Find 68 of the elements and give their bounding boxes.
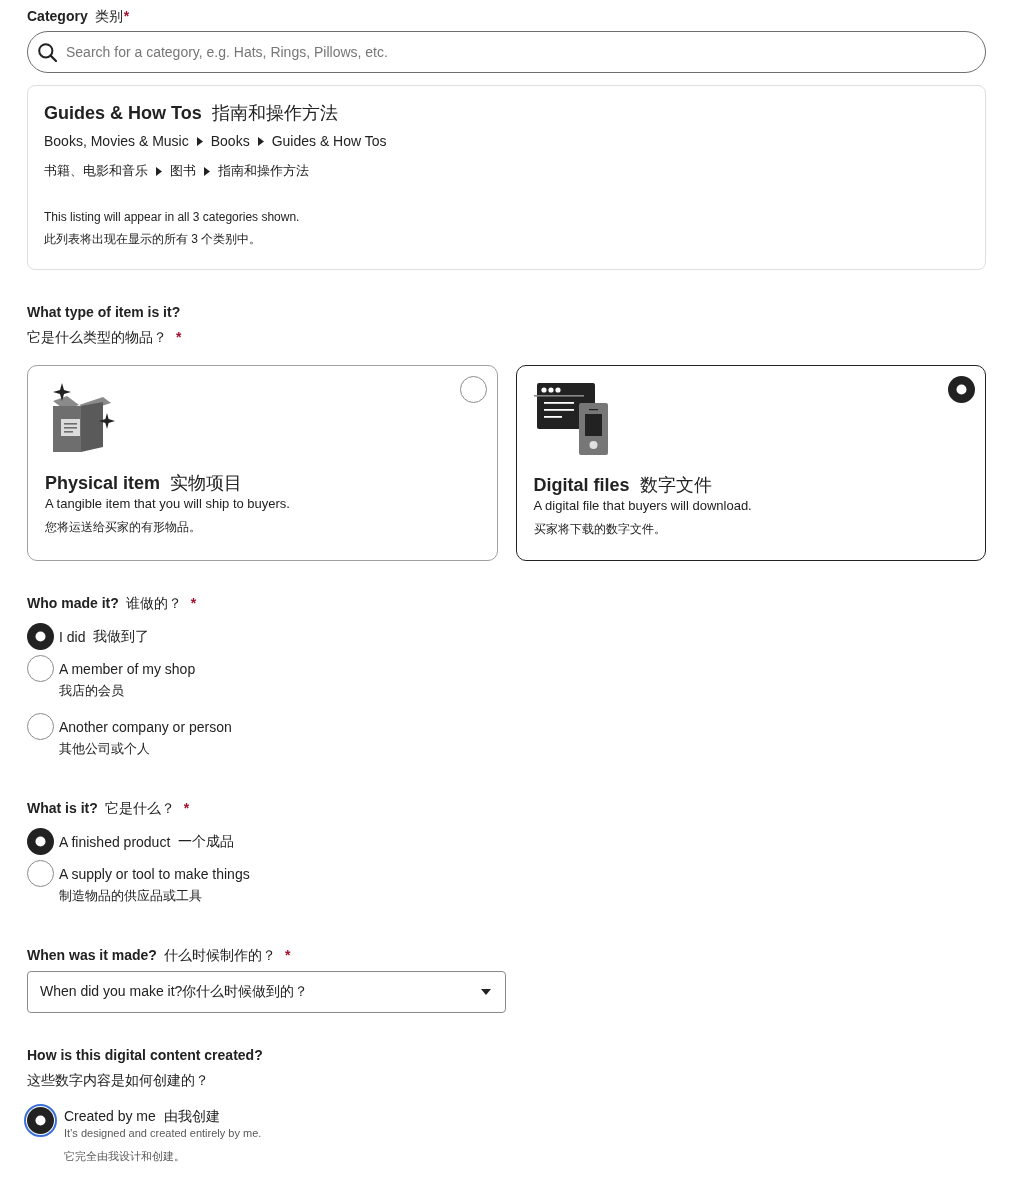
required-mark: * <box>190 594 197 613</box>
option-label: A finished product <box>59 833 171 850</box>
search-icon <box>38 43 57 62</box>
option-label-translation: 由我创建 <box>163 1107 220 1125</box>
option-label: Created by me <box>64 1107 156 1125</box>
question-label: What type of item is it? <box>27 303 181 322</box>
question-label: When was it made? <box>27 946 157 965</box>
breadcrumb-item: Books, Movies & Music <box>44 132 189 151</box>
breadcrumb-item: 指南和操作方法 <box>218 162 309 180</box>
option-label-translation: 一个成品 <box>178 832 235 851</box>
item-type-title: Physical item <box>45 472 161 495</box>
option-label-translation: 我做到了 <box>93 627 150 646</box>
field-label-translation: 类别 <box>94 7 123 26</box>
question-label: How is this digital content created? <box>27 1046 263 1065</box>
radio-button[interactable] <box>459 376 487 403</box>
option-label-translation: 其他公司或个人 <box>59 740 151 758</box>
category-title-translation: 指南和操作方法 <box>211 102 338 125</box>
item-type-description: A digital file that buyers will download. <box>533 497 753 515</box>
required-mark: * <box>284 946 291 965</box>
category-note-translation: 此列表将出现在显示的所有 3 个类别中。 <box>44 231 263 248</box>
caret-right-icon <box>257 136 264 146</box>
caret-down-icon <box>481 989 491 995</box>
radio-button[interactable] <box>948 376 975 403</box>
option-label: I did <box>59 628 86 645</box>
question-label-translation: 谁做的？ <box>125 594 182 613</box>
breadcrumb-item: Books <box>210 132 250 151</box>
required-mark: * <box>176 328 182 347</box>
breadcrumb-item: Guides & How Tos <box>271 132 387 151</box>
field-label: Category <box>27 7 88 26</box>
question-label-translation: 什么时候制作的？ <box>163 946 276 965</box>
item-type-title: Digital files <box>533 474 630 497</box>
item-type-title-translation: 数字文件 <box>639 474 712 497</box>
option-label: A member of my shop <box>59 660 196 677</box>
question-label-translation: 这些数字内容是如何创建的？ <box>27 1071 209 1090</box>
radio-button[interactable] <box>27 860 54 887</box>
radio-button[interactable] <box>27 655 54 682</box>
caret-right-icon <box>204 166 210 176</box>
breadcrumb-item: 图书 <box>170 162 196 180</box>
item-type-description-translation: 您将运送给买家的有形物品。 <box>45 519 202 536</box>
radio-button[interactable] <box>24 1104 57 1137</box>
search-field[interactable]: Search for a category, e.g. Hats, Rings, Pillows, etc. <box>27 31 986 73</box>
item-type-description: A tangible item that you will ship to buyers. <box>45 495 291 513</box>
option-label: A supply or tool to make things <box>59 865 250 882</box>
item-type-card[interactable]: Digital files 数字文件 A digital file that buyers will download. 买家将下载的数字文件。 <box>515 365 986 561</box>
question-label-translation: 它是什么类型的物品？ <box>27 328 167 347</box>
question-label-translation: 它是什么？ <box>104 799 175 818</box>
caret-right-icon <box>156 166 162 176</box>
required-mark: * <box>183 799 190 818</box>
radio-button[interactable] <box>27 713 54 740</box>
item-type-title-translation: 实物项目 <box>170 472 243 495</box>
window-and-phone-icon <box>533 383 608 455</box>
radio-button[interactable] <box>27 828 54 855</box>
dropdown-select[interactable]: When did you make it?你什么时候做到的？ <box>27 971 506 1013</box>
option-label-translation: 制造物品的供应品或工具 <box>59 887 203 905</box>
option-label: Another company or person <box>59 718 232 735</box>
radio-button[interactable] <box>27 623 54 650</box>
item-type-card[interactable]: Physical item 实物项目 A tangible item that you will ship to buyers. 您将运送给买家的有形物品。 <box>27 365 498 561</box>
option-label-translation: 我店的会员 <box>59 682 125 700</box>
option-description-translation: 它完全由我设计和创建。 <box>64 1149 186 1164</box>
option-description: It’s designed and created entirely by me. <box>64 1126 262 1141</box>
category-title: Guides & How Tos <box>44 102 202 125</box>
breadcrumb-item: 书籍、电影和音乐 <box>44 162 148 180</box>
question-label: What is it? <box>27 799 98 818</box>
required-mark: * <box>123 7 130 26</box>
category-note: This listing will appear in all 3 categories shown. <box>44 209 301 226</box>
question-label: Who made it? <box>27 594 119 613</box>
caret-right-icon <box>196 136 203 146</box>
item-type-description-translation: 买家将下载的数字文件。 <box>533 521 667 538</box>
